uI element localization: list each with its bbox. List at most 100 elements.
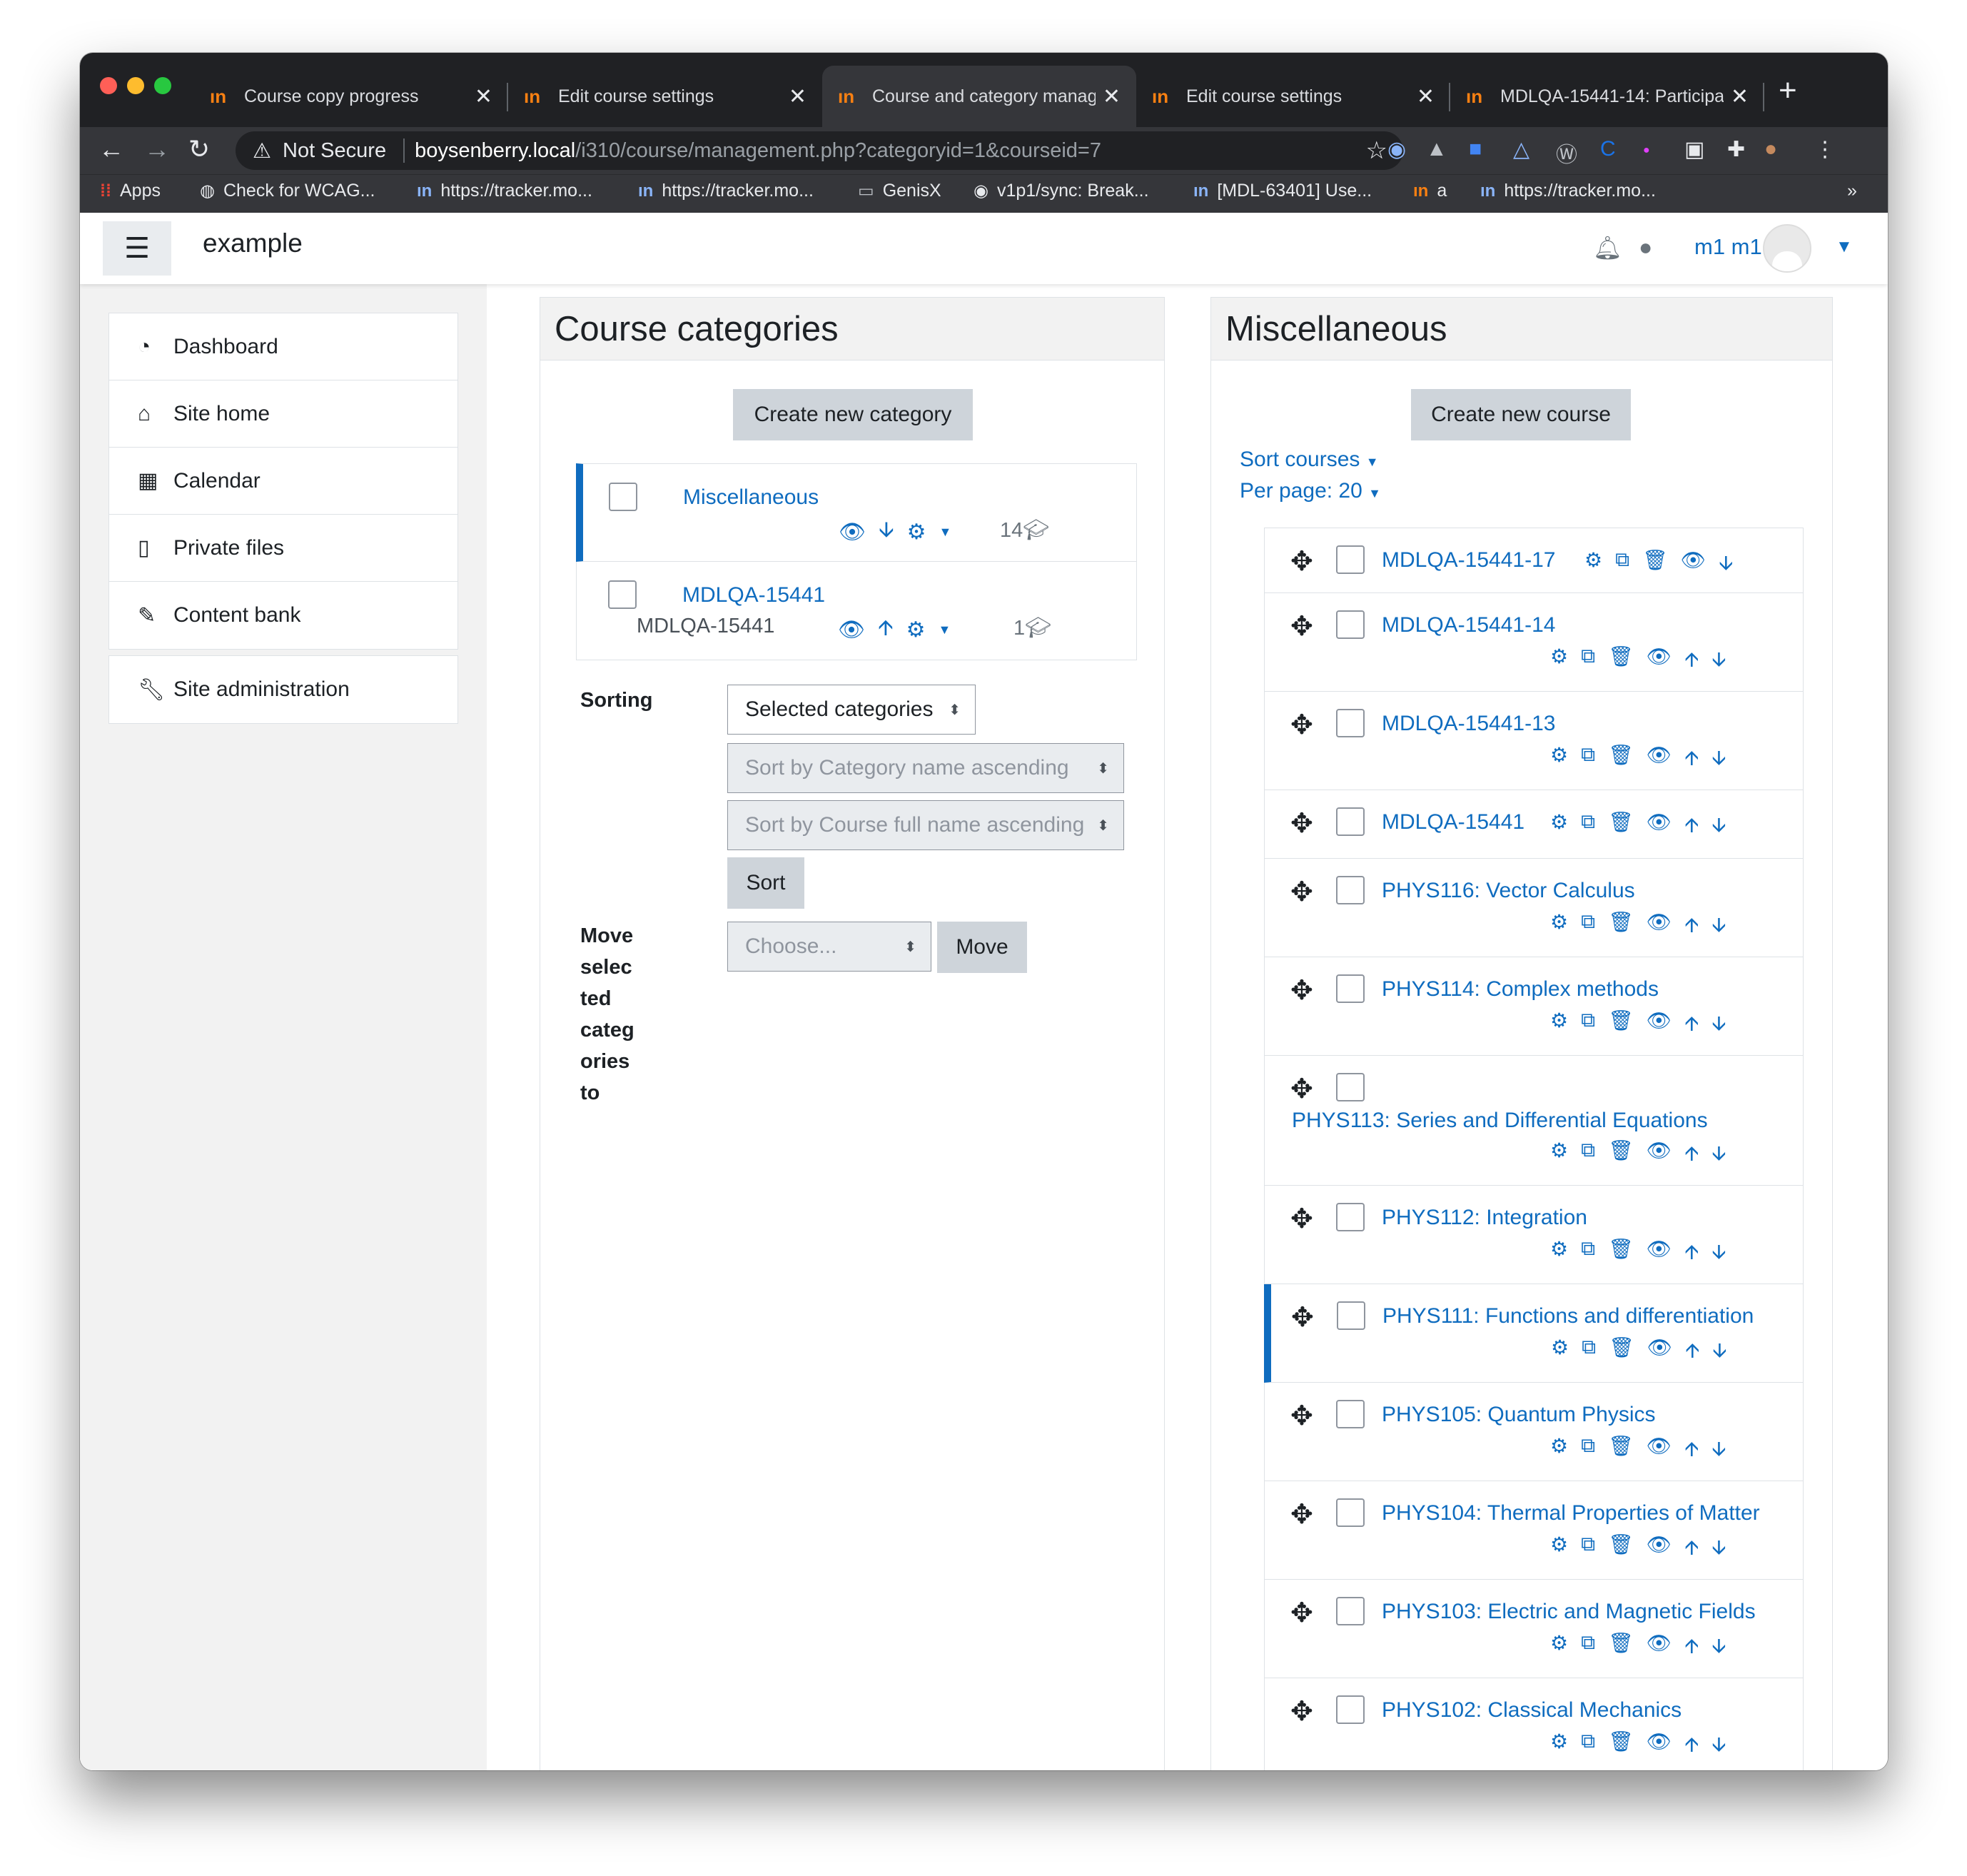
course-checkbox[interactable] <box>1336 1597 1365 1625</box>
move-handle-icon[interactable]: ✥ <box>1290 709 1313 741</box>
extension-icon[interactable]: ◉ <box>1387 137 1406 162</box>
eye-icon[interactable]: 👁︎ <box>1647 1434 1672 1468</box>
move-handle-icon[interactable]: ✥ <box>1290 610 1313 642</box>
address-bar[interactable]: ⚠ Not Secure boysenberry.local/i310/cour… <box>236 131 1403 170</box>
puzzle-icon[interactable]: ✚ <box>1727 137 1745 162</box>
move-handle-icon[interactable]: ✥ <box>1290 807 1313 839</box>
trash-icon[interactable]: 🗑︎ <box>1608 1434 1634 1468</box>
course-row[interactable]: ✥ PHYS113: Series and Differential Equati… <box>1264 1056 1804 1186</box>
close-window-button[interactable] <box>100 77 117 94</box>
copy-icon[interactable]: ⧉ <box>1581 1533 1595 1567</box>
nav-item-site-administration[interactable]: 🔧︎ Site administration <box>109 656 457 723</box>
bookmark-item[interactable]: ın https://tracker.mo... <box>638 181 814 201</box>
course-checkbox[interactable] <box>1336 1498 1365 1527</box>
move-handle-icon[interactable]: ✥ <box>1290 1073 1313 1105</box>
trash-icon[interactable]: 🗑︎ <box>1608 1533 1634 1567</box>
arrow-down-icon[interactable]: 🡫 <box>1711 1009 1726 1043</box>
drive-icon[interactable]: ▲ <box>1426 137 1447 161</box>
move-handle-icon[interactable]: ✥ <box>1290 1400 1313 1432</box>
course-row[interactable]: ✥ PHYS112: Integration ⚙ ⧉ 🗑︎ 👁︎ 🡩 🡫 <box>1264 1186 1804 1284</box>
eye-icon[interactable]: 👁︎ <box>1647 1237 1672 1271</box>
category-name[interactable]: Miscellaneous <box>683 485 819 510</box>
gear-icon[interactable]: ⚙ <box>1551 1336 1569 1370</box>
arrow-down-icon[interactable]: 🡫 <box>1712 1336 1726 1370</box>
category-name[interactable]: MDLQA-15441 <box>682 583 825 607</box>
copy-icon[interactable]: ⧉ <box>1581 1237 1595 1271</box>
create-category-button[interactable]: Create new category <box>733 389 973 440</box>
move-handle-icon[interactable]: ✥ <box>1290 1498 1313 1530</box>
trash-icon[interactable]: 🗑︎ <box>1609 1336 1634 1370</box>
bookmark-item[interactable]: ▭ GenisX <box>858 181 941 201</box>
chevron-down-icon[interactable]: ▼ <box>939 525 952 540</box>
arrow-up-icon[interactable]: 🡩 <box>1684 910 1699 944</box>
arrow-down-icon[interactable]: 🡫 <box>1711 743 1726 777</box>
arrow-down-icon[interactable]: 🡫 <box>1711 910 1726 944</box>
browser-tab[interactable]: ın Edit course settings ✕ <box>1136 66 1450 127</box>
move-handle-icon[interactable]: ✥ <box>1290 974 1313 1007</box>
gear-icon[interactable]: ⚙ <box>1550 1434 1568 1468</box>
trash-icon[interactable]: 🗑︎ <box>1608 743 1634 777</box>
category-item[interactable]: MDLQA-15441 MDLQA-15441 👁︎ 🡩 ⚙ ▼ 1🎓︎ <box>576 562 1137 660</box>
user-name[interactable]: m1 m1 <box>1694 234 1762 260</box>
arrow-down-icon[interactable]: 🡫 <box>1711 1237 1726 1271</box>
move-handle-icon[interactable]: ✥ <box>1290 1695 1313 1728</box>
gear-icon[interactable]: ⚙ <box>1550 1730 1568 1764</box>
course-name[interactable]: MDLQA-15441 <box>1382 810 1524 834</box>
course-row[interactable]: ✥ MDLQA-15441-14 ⚙ ⧉ 🗑︎ 👁︎ 🡩 🡫 <box>1264 593 1804 692</box>
copy-icon[interactable]: ⧉ <box>1581 1009 1595 1043</box>
course-name[interactable]: MDLQA-15441-17 <box>1382 548 1555 573</box>
gear-icon[interactable]: ⚙ <box>1550 743 1568 777</box>
wordpress-icon[interactable]: Ⓦ <box>1556 137 1577 168</box>
copy-icon[interactable]: ⧉ <box>1581 1730 1595 1764</box>
gear-icon[interactable]: ⚙ <box>1550 910 1568 944</box>
eye-icon[interactable]: 👁︎ <box>1647 1139 1672 1173</box>
trash-icon[interactable]: 🗑︎ <box>1608 1237 1634 1271</box>
bookmark-item[interactable]: ın [MDL-63401] Use... <box>1193 181 1372 201</box>
course-name[interactable]: PHYS104: Thermal Properties of Matter <box>1382 1501 1760 1525</box>
arrow-up-icon[interactable]: 🡩 <box>1685 1336 1699 1370</box>
copy-icon[interactable]: ⧉ <box>1582 1336 1596 1370</box>
trash-icon[interactable]: 🗑︎ <box>1608 910 1634 944</box>
eye-icon[interactable]: 👁︎ <box>839 520 866 545</box>
back-icon[interactable]: ← <box>98 134 124 164</box>
eye-icon[interactable]: 👁︎ <box>1647 1730 1672 1764</box>
arrow-down-icon[interactable]: 🡫 <box>1719 548 1733 583</box>
arrow-up-icon[interactable]: 🡩 <box>878 612 894 648</box>
arrow-up-icon[interactable]: 🡩 <box>1684 810 1699 844</box>
arrow-up-icon[interactable]: 🡩 <box>1684 1139 1699 1173</box>
course-checkbox[interactable] <box>1336 1073 1365 1101</box>
copy-icon[interactable]: ⧉ <box>1615 548 1629 583</box>
bell-icon[interactable]: 🔔︎ <box>1593 234 1622 261</box>
extension-icon[interactable]: ▣ <box>1684 137 1704 162</box>
course-checkbox[interactable] <box>1336 545 1365 574</box>
extension-icon[interactable]: ■ <box>1469 137 1482 161</box>
nav-item-content-bank[interactable]: ✎ Content bank <box>109 582 457 649</box>
forward-icon[interactable]: → <box>144 134 170 164</box>
category-checkbox[interactable] <box>609 483 637 511</box>
nav-item-private-files[interactable]: ▯ Private files <box>109 515 457 582</box>
arrow-up-icon[interactable]: 🡩 <box>1684 1237 1699 1271</box>
course-name[interactable]: PHYS111: Functions and differentiation <box>1382 1304 1754 1328</box>
gear-icon[interactable]: ⚙ <box>906 617 926 642</box>
arrow-down-icon[interactable]: 🡫 <box>1711 810 1726 844</box>
move-handle-icon[interactable]: ✥ <box>1290 545 1313 578</box>
course-row[interactable]: ✥ MDLQA-15441 ⚙ ⧉ 🗑︎ 👁︎ 🡩 🡫 <box>1264 790 1804 859</box>
move-button[interactable]: Move <box>937 922 1027 973</box>
close-icon[interactable]: ✕ <box>1731 84 1749 109</box>
bookmark-item[interactable]: ın https://tracker.mo... <box>417 181 592 201</box>
gear-icon[interactable]: ⚙ <box>1550 1139 1568 1173</box>
trash-icon[interactable]: 🗑︎ <box>1608 1730 1634 1764</box>
copy-icon[interactable]: ⧉ <box>1581 910 1595 944</box>
course-row[interactable]: ✥ PHYS104: Thermal Properties of Matter ⚙ ⧉… <box>1264 1481 1804 1580</box>
course-row[interactable]: ✥ PHYS111: Functions and differentiation ⚙… <box>1264 1284 1804 1383</box>
copy-icon[interactable]: ⧉ <box>1581 1434 1595 1468</box>
eye-icon[interactable]: 👁︎ <box>1647 910 1672 944</box>
sort-scope-select[interactable]: Selected categories ⬍ <box>727 685 976 735</box>
copy-icon[interactable]: ⧉ <box>1581 645 1595 679</box>
accessibility-icon[interactable]: △ <box>1513 137 1529 162</box>
course-checkbox[interactable] <box>1336 1695 1365 1724</box>
eye-icon[interactable]: 👁︎ <box>1647 645 1672 679</box>
message-icon[interactable]: ● <box>1639 234 1652 261</box>
course-name[interactable]: PHYS112: Integration <box>1382 1206 1587 1230</box>
bookmarks-overflow[interactable]: » <box>1847 181 1857 201</box>
